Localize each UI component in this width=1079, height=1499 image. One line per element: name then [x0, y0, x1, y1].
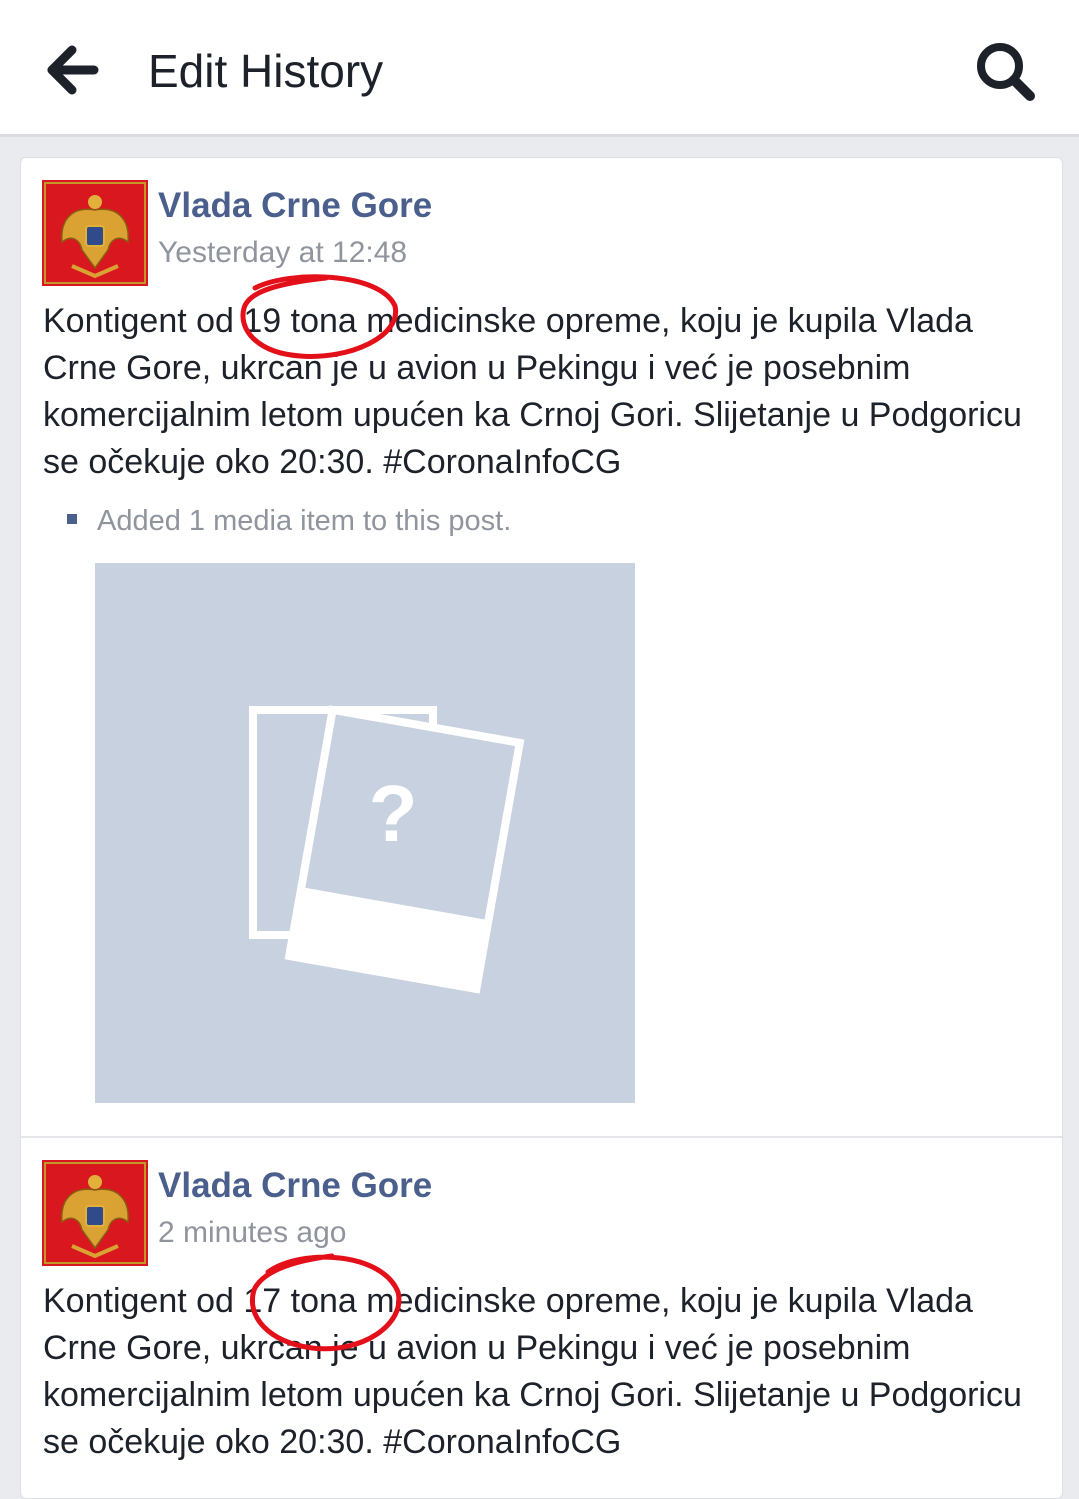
edit-history-card: Vlada Crne Gore Yesterday at 12:48 Konti…	[20, 157, 1063, 1499]
history-entry: Vlada Crne Gore 2 minutes ago Kontigent …	[21, 1138, 1062, 1498]
media-placeholder[interactable]: ?	[95, 563, 635, 1103]
svg-text:?: ?	[369, 769, 418, 858]
back-arrow-icon[interactable]	[40, 38, 106, 104]
post-text: Kontigent od 19 tona medicinske opreme, …	[43, 302, 1022, 481]
post-timestamp[interactable]: Yesterday at 12:48	[158, 236, 407, 270]
page-title: Edit History	[148, 45, 384, 97]
post-timestamp[interactable]: 2 minutes ago	[158, 1216, 346, 1250]
change-note-text: Added 1 media item to this post.	[97, 505, 512, 537]
avatar[interactable]	[42, 180, 148, 286]
post-text: Kontigent od 17 tona medicinske opreme, …	[43, 1282, 1022, 1461]
history-entry: Vlada Crne Gore Yesterday at 12:48 Konti…	[21, 158, 1062, 1138]
bullet-icon	[67, 514, 77, 525]
coat-of-arms-icon	[42, 1160, 148, 1266]
coat-of-arms-icon	[42, 180, 148, 286]
author-name[interactable]: Vlada Crne Gore	[158, 186, 432, 226]
change-note: Added 1 media item to this post.	[67, 505, 511, 538]
author-name[interactable]: Vlada Crne Gore	[158, 1166, 432, 1206]
missing-photo-icon: ?	[249, 705, 525, 994]
top-app-bar: Edit History	[0, 0, 1079, 137]
search-icon[interactable]	[972, 38, 1040, 106]
avatar[interactable]	[42, 1160, 148, 1266]
